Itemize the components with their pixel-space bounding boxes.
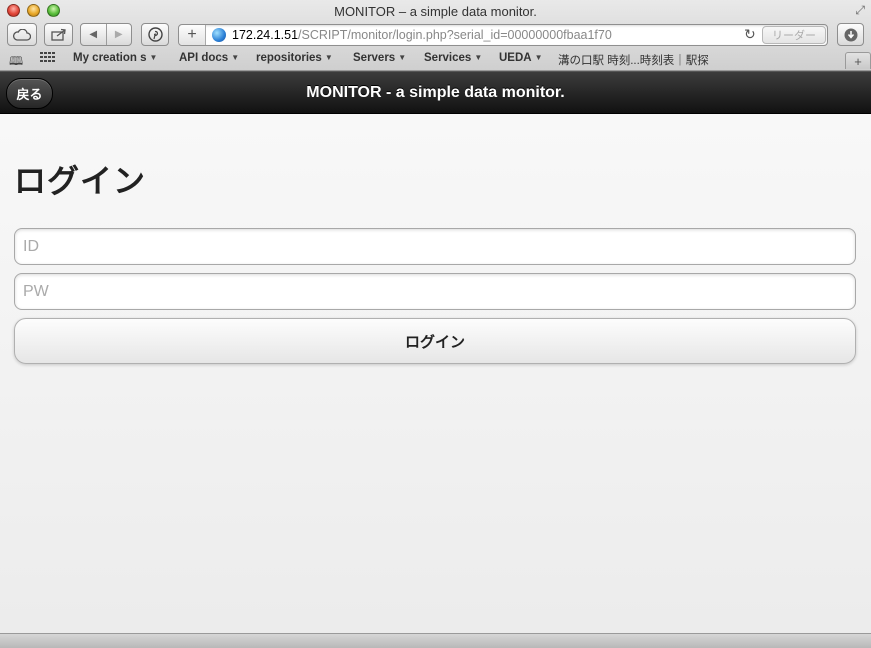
chevron-down-icon: ▼ (534, 53, 543, 62)
new-tab-button[interactable]: + (845, 52, 871, 69)
bookmark-repositories[interactable]: repositories ▼ (256, 52, 333, 64)
reading-list-icon[interactable]: 🕮 (9, 52, 23, 73)
forward-arrow-icon[interactable]: ▶ (105, 24, 132, 45)
pinterest-button[interactable] (141, 23, 169, 46)
browser-chrome: MONITOR – a simple data monitor. ⤢ ◀ ▶ +… (0, 0, 871, 71)
password-input[interactable] (14, 273, 856, 310)
page-title: ログイン (14, 163, 147, 199)
fullscreen-icon[interactable]: ⤢ (855, 3, 865, 18)
bookmarks-bar: 🕮 My creation s ▼ API docs ▼ repositories ▼… (0, 48, 871, 70)
history-nav: ◀ ▶ (80, 23, 132, 46)
page-header-title: MONITOR - a simple data monitor. (306, 84, 565, 101)
title-bar: MONITOR – a simple data monitor. ⤢ (0, 0, 871, 22)
bookmark-my-creations[interactable]: My creation s ▼ (73, 52, 157, 64)
icloud-tabs-button[interactable] (7, 23, 37, 46)
url-host: 172.24.1.51 (232, 28, 299, 42)
pinterest-icon (147, 27, 163, 42)
bookmark-label: API docs (179, 52, 229, 64)
chevron-down-icon: ▼ (231, 53, 240, 62)
login-button[interactable]: ログイン (14, 318, 856, 364)
address-bar[interactable]: + 172.24.1.51/SCRIPT/monitor/login.php?s… (178, 24, 828, 46)
page-header: 戻る MONITOR - a simple data monitor. (0, 71, 871, 114)
back-arrow-icon[interactable]: ◀ (81, 24, 106, 45)
reader-button[interactable]: リーダー (762, 26, 826, 44)
browser-toolbar: ◀ ▶ + 172.24.1.51/SCRIPT/monitor/login.p… (0, 22, 871, 48)
download-icon (844, 28, 857, 41)
bookmark-ueda[interactable]: UEDA ▼ (499, 52, 543, 64)
chevron-down-icon: ▼ (398, 53, 407, 62)
reload-icon[interactable]: ↻ (744, 26, 756, 43)
bookmark-api-docs[interactable]: API docs ▼ (179, 52, 239, 64)
bookmark-station-timetable[interactable]: 溝の口駅 時刻...時刻表｜駅探 (558, 52, 709, 68)
window-title: MONITOR – a simple data monitor. (334, 4, 537, 19)
top-sites-icon[interactable] (40, 52, 56, 66)
chevron-down-icon: ▼ (474, 53, 483, 62)
cloud-icon (13, 28, 31, 41)
page-content: ログイン ログイン (0, 114, 871, 633)
chevron-down-icon: ▼ (149, 53, 158, 62)
bookmark-services[interactable]: Services ▼ (424, 52, 482, 64)
share-icon (50, 28, 66, 41)
status-bar (0, 633, 871, 648)
url-text[interactable]: 172.24.1.51/SCRIPT/monitor/login.php?ser… (232, 28, 612, 42)
bookmark-label: My creation s (73, 52, 147, 64)
bookmark-label: Services (424, 52, 472, 64)
bookmark-label: Servers (353, 52, 396, 64)
downloads-button[interactable] (837, 23, 864, 46)
url-path: /SCRIPT/monitor/login.php?serial_id=0000… (298, 28, 612, 42)
bookmark-servers[interactable]: Servers ▼ (353, 52, 406, 64)
bookmark-label: repositories (256, 52, 322, 64)
bookmark-label: UEDA (499, 52, 532, 64)
globe-icon (212, 28, 226, 42)
id-input[interactable] (14, 228, 856, 265)
share-button[interactable] (44, 23, 73, 46)
add-bookmark-icon[interactable]: + (179, 25, 206, 45)
bookmark-label: 溝の口駅 時刻...時刻表｜駅探 (558, 55, 709, 67)
chevron-down-icon: ▼ (324, 53, 333, 62)
